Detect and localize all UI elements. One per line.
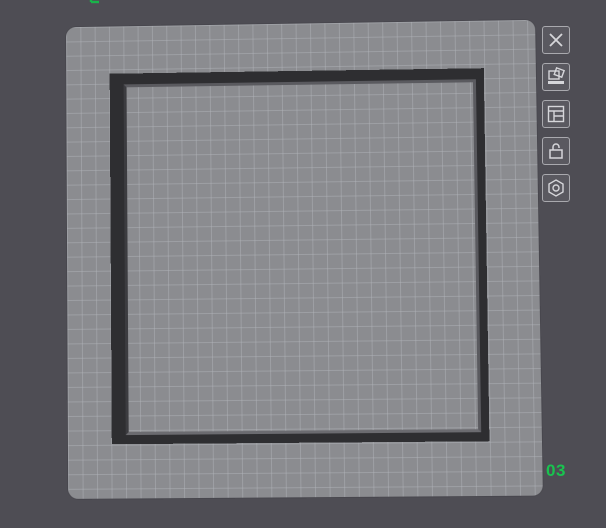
- layout-icon: [546, 104, 566, 124]
- plate-number-label: 03: [546, 461, 566, 480]
- 3d-viewport[interactable]: 03: [0, 0, 606, 528]
- close-icon: [546, 30, 566, 50]
- arrange-button[interactable]: [542, 63, 570, 91]
- hex-nut-icon: [546, 178, 566, 198]
- close-button[interactable]: [542, 26, 570, 54]
- arrange-icon: [546, 67, 566, 87]
- plate-toolbar: [542, 26, 572, 202]
- settings-button[interactable]: [542, 174, 570, 202]
- axis-z-icon: [88, 0, 102, 6]
- lock-button[interactable]: [542, 137, 570, 165]
- layout-button[interactable]: [542, 100, 570, 128]
- printed-model-frame[interactable]: [109, 68, 490, 445]
- model-frame-walls: [109, 68, 490, 445]
- unlock-icon: [546, 141, 566, 161]
